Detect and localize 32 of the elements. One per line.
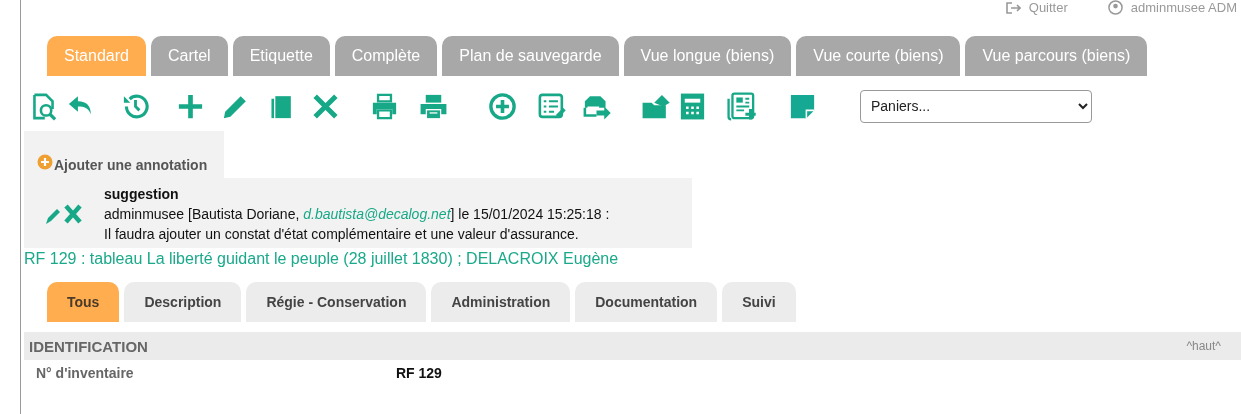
view-tab[interactable]: Standard [47, 36, 146, 76]
email-link[interactable]: d.bautista@decalog.net [303, 206, 451, 222]
section-tab[interactable]: Documentation [575, 282, 718, 322]
section-tab[interactable]: Administration [431, 282, 571, 322]
plus-circle-icon [37, 154, 53, 170]
plus-circle-icon[interactable] [487, 90, 518, 122]
exit-icon [1004, 0, 1021, 15]
pencil-cross-icon[interactable] [44, 203, 84, 225]
section-tab[interactable]: Tous [47, 282, 120, 322]
annotation-type: suggestion [104, 185, 180, 204]
view-tab[interactable]: Cartel [150, 36, 228, 76]
user-icon [1107, 0, 1123, 15]
view-tab[interactable]: Vue longue (biens) [623, 36, 792, 76]
field-label: N° d'inventaire [36, 365, 135, 381]
back-to-top-link[interactable]: ^haut^ [1186, 339, 1221, 353]
annotation-author-line: adminmusee [Bautista Doriane, d.bautista@decalog.net] le 15/01/2024 15:25:18 : [104, 205, 610, 224]
view-tab[interactable]: Vue courte (biens) [796, 36, 961, 76]
view-tab[interactable]: Vue parcours (biens) [965, 36, 1148, 76]
section-title: IDENTIFICATION [29, 337, 148, 355]
view-tab[interactable]: Plan de sauvegarde [442, 36, 619, 76]
quit-link[interactable]: Quitter [1004, 0, 1068, 15]
basket-select[interactable]: Paniers... [860, 89, 1092, 123]
view-tab[interactable]: Etiquette [232, 36, 330, 76]
field-value: RF 129 [396, 365, 443, 381]
user-name: adminmusee ADM [1107, 0, 1237, 15]
record-title: RF 129 : tableau La liberté guidant le peuple (28 juillet 1830) ; DELACROIX Eugène [24, 250, 620, 268]
section-tab[interactable]: Suivi [722, 282, 796, 322]
section-tab[interactable]: Description [124, 282, 242, 322]
view-tab[interactable]: Complète [334, 36, 438, 76]
section-tab[interactable]: Régie - Conservation [246, 282, 427, 322]
newspaper-add-icon[interactable] [726, 90, 757, 122]
annotation-text: Il faudra ajouter un constat d'état complémentaire et une valeur d'assurance. [104, 225, 580, 244]
